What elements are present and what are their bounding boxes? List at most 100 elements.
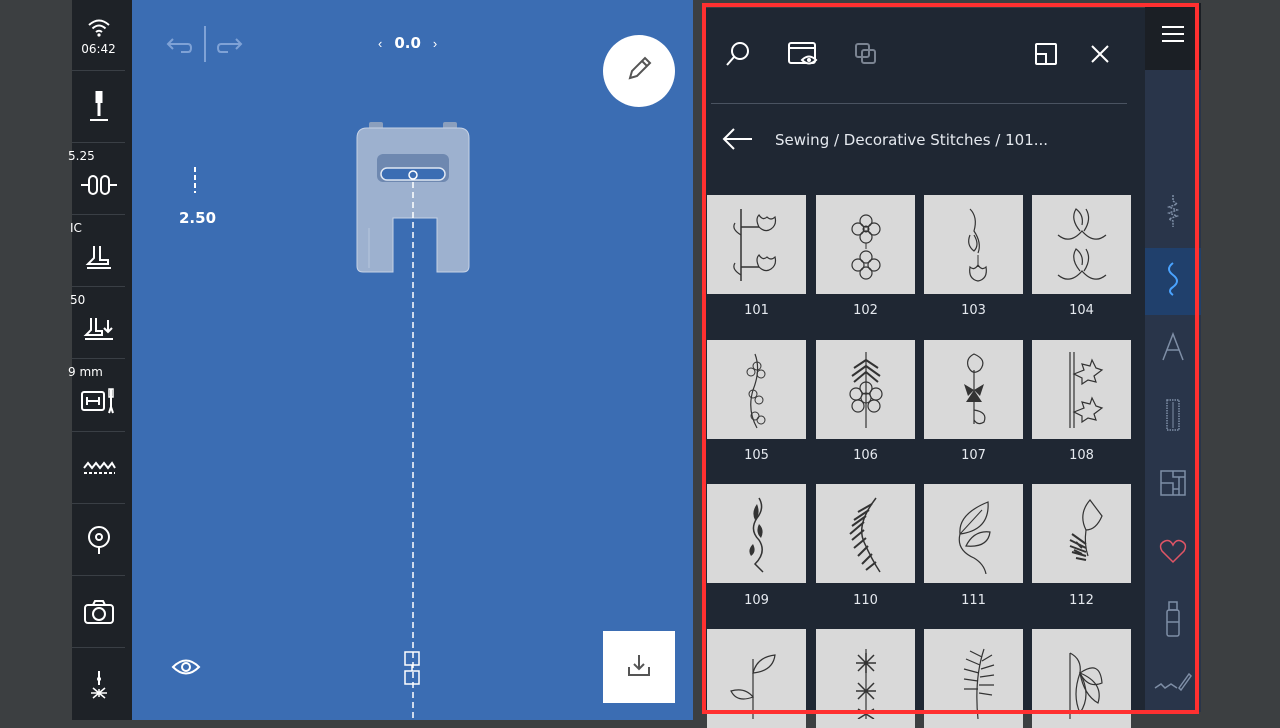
foot-pressure-icon: [83, 316, 115, 342]
stitch-label: 110: [853, 593, 878, 608]
stitch-tile-113[interactable]: [707, 629, 806, 728]
rail-buttonholes[interactable]: [1145, 384, 1201, 451]
stitch-107-pattern: [963, 352, 985, 424]
stitch-109-pattern: [748, 497, 764, 573]
stitch-tile-110[interactable]: [816, 484, 915, 583]
stitch-tile-104[interactable]: [1032, 195, 1131, 294]
presser-foot-value: IC: [70, 221, 82, 235]
stitch-label: 109: [744, 593, 769, 608]
stitch-width-button[interactable]: 5.25: [68, 143, 125, 215]
screen-edge: [1201, 0, 1280, 720]
stitch-tile-103[interactable]: [924, 195, 1023, 294]
search-button[interactable]: [720, 38, 756, 74]
undo-button[interactable]: [163, 30, 193, 65]
stitch-111-pattern: [958, 500, 991, 574]
stitch-113-pattern: [729, 653, 776, 719]
needle-plate-icon: [80, 387, 118, 415]
clock: 06:42: [81, 41, 116, 56]
stitch-tile-115[interactable]: [924, 629, 1023, 728]
back-button[interactable]: [720, 124, 756, 159]
decorative-stitches-icon: [1163, 261, 1183, 302]
rail-personal-program[interactable]: [1145, 656, 1201, 712]
stitch-tile-109[interactable]: [707, 484, 806, 583]
seam-line: [412, 172, 414, 720]
feed-dog-icon: [82, 460, 116, 476]
stitch-tile-106[interactable]: [816, 340, 915, 439]
stitch-label: 101: [744, 303, 769, 318]
needle-plate-button[interactable]: 9 mm: [68, 359, 125, 432]
stitch-101-pattern: [732, 208, 776, 281]
feed-dog-button[interactable]: [72, 432, 125, 504]
eye-icon: [171, 659, 201, 684]
stitch-tile-116[interactable]: [1032, 629, 1131, 728]
pencil-icon: [624, 54, 654, 89]
stitch-116-pattern: [1068, 651, 1103, 719]
needle-button[interactable]: [72, 71, 125, 143]
bobbin-icon: [1163, 600, 1183, 643]
needle-plate-value: 9 mm: [68, 365, 103, 379]
breadcrumb: Sewing / Decorative Stitches / 101...: [775, 131, 1049, 149]
stitch-start-marker[interactable]: [403, 650, 423, 693]
offset-value: 0.0: [394, 34, 421, 52]
camera-button[interactable]: [72, 576, 125, 648]
search-icon: [724, 40, 752, 73]
rail-alphabets[interactable]: [1145, 316, 1201, 383]
rail-favorites[interactable]: [1145, 520, 1201, 587]
stitch-tile-111[interactable]: [924, 484, 1023, 583]
redo-button[interactable]: [216, 30, 246, 65]
needle-position-marker: [406, 168, 420, 187]
bobbin-button[interactable]: [72, 504, 125, 576]
stitch-tile-107[interactable]: [924, 340, 1023, 439]
stitch-108-pattern: [1068, 351, 1103, 428]
utility-stitches-icon: [1163, 193, 1183, 234]
stitch-106-pattern: [848, 351, 883, 428]
rail-utility-stitches[interactable]: [1145, 180, 1201, 247]
arrow-left-icon: [720, 128, 756, 158]
redo-icon: [216, 38, 246, 64]
preview-window-button[interactable]: [785, 38, 821, 74]
stitch-tile-105[interactable]: [707, 340, 806, 439]
wifi-icon: [87, 17, 111, 42]
rail-decorative-stitches[interactable]: [1145, 248, 1201, 315]
needle-light-icon: [86, 669, 112, 699]
close-button[interactable]: [1082, 38, 1118, 74]
preview-button[interactable]: [171, 654, 201, 685]
menu-button[interactable]: [1145, 3, 1201, 70]
stitch-tile-102[interactable]: [816, 195, 915, 294]
foot-pressure-button[interactable]: 50: [70, 287, 125, 359]
offset-increase-button[interactable]: ›: [433, 36, 437, 51]
rail-memory[interactable]: [1145, 588, 1201, 655]
stitch-tile-101[interactable]: [707, 195, 806, 294]
stitch-label: 108: [1069, 448, 1094, 463]
stitch-103-pattern: [967, 208, 987, 282]
stitch-114-pattern: [855, 648, 876, 719]
heart-icon: [1159, 538, 1187, 569]
light-button[interactable]: [72, 648, 125, 720]
duplicate-button: [848, 38, 884, 74]
hamburger-icon: [1160, 24, 1186, 49]
stitch-width-value: 5.25: [68, 149, 95, 163]
stitch-102-pattern: [850, 213, 881, 280]
stitch-tile-108[interactable]: [1032, 340, 1131, 439]
signature-pen-icon: [1153, 670, 1193, 699]
window-eye-icon: [787, 41, 819, 72]
stitch-label: 107: [961, 448, 986, 463]
stitch-tile-114[interactable]: [816, 629, 915, 728]
stitch-112-pattern: [1069, 498, 1103, 561]
stitch-110-pattern: [848, 497, 881, 572]
rail-quilt-blocks[interactable]: [1145, 452, 1201, 519]
stitch-label: 102: [853, 303, 878, 318]
bobbin-thread-icon: [85, 525, 113, 555]
presser-foot-button[interactable]: IC: [70, 215, 125, 287]
stitch-115-pattern: [963, 648, 994, 719]
stitch-tile-112[interactable]: [1032, 484, 1131, 583]
resize-panel-button[interactable]: [1028, 38, 1064, 74]
download-button[interactable]: [603, 631, 675, 703]
offset-decrease-button[interactable]: ‹: [378, 36, 382, 51]
close-icon: [1089, 43, 1111, 70]
panel-divider: [711, 103, 1127, 104]
stitch-label: 104: [1069, 303, 1094, 318]
stitch-label: 111: [961, 593, 986, 608]
offset-control: ‹ 0.0 ›: [378, 34, 437, 52]
edit-button[interactable]: [603, 35, 675, 107]
